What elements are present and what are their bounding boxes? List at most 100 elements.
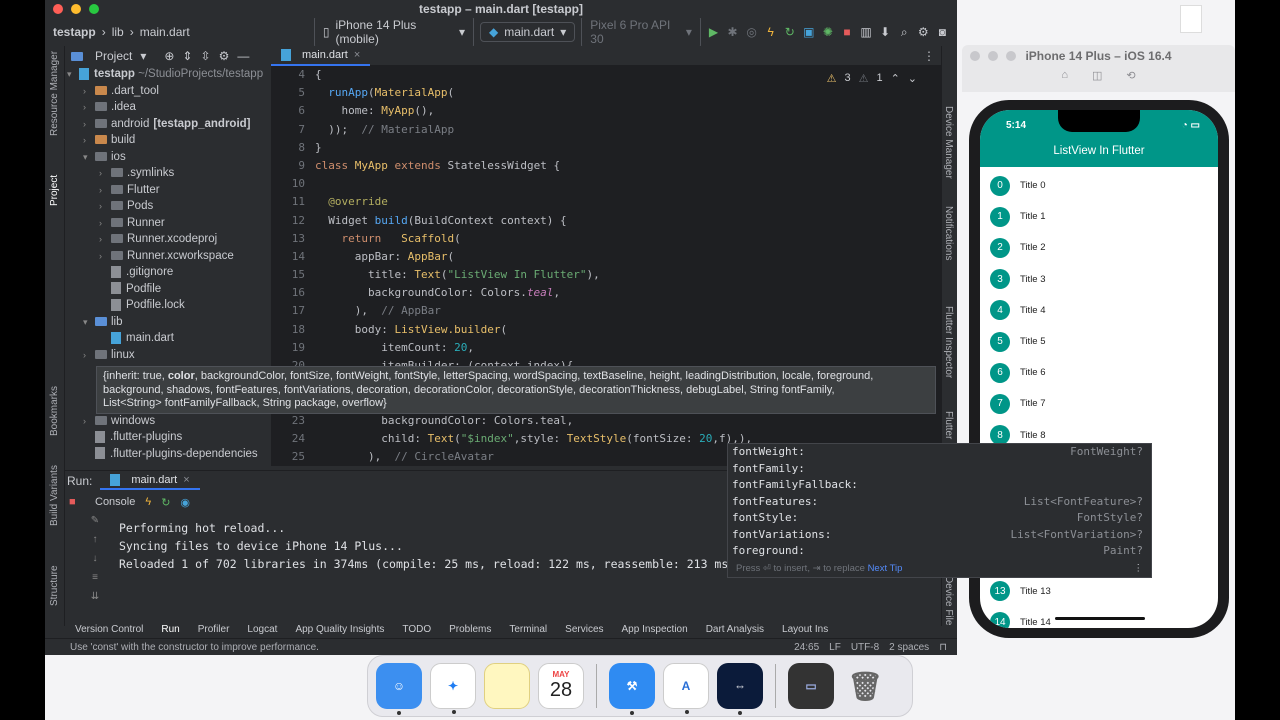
chevron-right-icon[interactable]: › bbox=[99, 231, 111, 248]
chevron-right-icon[interactable]: › bbox=[83, 347, 95, 364]
code-line[interactable]: 23 backgroundColor: Colors.teal, bbox=[271, 412, 941, 430]
account-icon[interactable]: ◙ bbox=[936, 25, 949, 39]
trash-icon[interactable]: 🗑 bbox=[842, 663, 888, 709]
devtools-icon[interactable]: ◉ bbox=[180, 496, 190, 509]
list-tile[interactable]: 1 Title 1 bbox=[980, 201, 1218, 232]
more-icon[interactable]: ⋮ bbox=[1134, 563, 1144, 574]
zoom-window-button[interactable] bbox=[89, 4, 99, 14]
code-line[interactable]: 9 class MyApp extends StatelessWidget { bbox=[271, 157, 941, 175]
chevron-down-icon[interactable]: ▾ bbox=[140, 49, 146, 63]
debug-icon[interactable]: ✱ bbox=[726, 25, 739, 39]
tree-item[interactable]: .flutter-plugins bbox=[65, 429, 271, 446]
tree-item[interactable]: › .symlinks bbox=[65, 165, 271, 182]
line-number[interactable]: 10 bbox=[271, 175, 315, 193]
line-number[interactable]: 14 bbox=[271, 248, 315, 266]
line-number[interactable]: 11 bbox=[271, 193, 315, 211]
flutter-inspector-tab[interactable]: Flutter Inspector bbox=[943, 306, 954, 378]
line-number[interactable]: 17 bbox=[271, 302, 315, 320]
file-encoding[interactable]: UTF-8 bbox=[851, 642, 879, 653]
completion-item[interactable]: fontVariations: List<FontVariation>? bbox=[728, 527, 1151, 544]
line-number[interactable]: 18 bbox=[271, 321, 315, 339]
android-studio-icon[interactable]: A bbox=[663, 663, 709, 714]
bottom-tab[interactable]: Logcat bbox=[247, 624, 277, 635]
code-line[interactable]: 6 home: MyApp(), bbox=[271, 102, 941, 120]
line-number[interactable]: 9 bbox=[271, 157, 315, 175]
tree-item[interactable]: .gitignore bbox=[65, 264, 271, 281]
list-tile[interactable]: 2 Title 2 bbox=[980, 232, 1218, 263]
close-window-button[interactable] bbox=[970, 51, 980, 61]
hide-icon[interactable]: — bbox=[237, 49, 249, 63]
list-tile[interactable]: 5 Title 5 bbox=[980, 326, 1218, 357]
line-number[interactable]: 5 bbox=[271, 84, 315, 102]
next-tip-link[interactable]: Next Tip bbox=[868, 563, 903, 574]
code-line[interactable]: 7 )); // MaterialApp bbox=[271, 121, 941, 139]
tree-item[interactable]: ▾ ios bbox=[65, 149, 271, 166]
expand-all-icon[interactable]: ⇕ bbox=[182, 49, 192, 63]
flutter-bug-icon[interactable]: ✺ bbox=[821, 25, 834, 39]
line-number[interactable]: 16 bbox=[271, 284, 315, 302]
resource-manager-tab[interactable]: Resource Manager bbox=[49, 51, 60, 136]
completion-item[interactable]: fontFeatures: List<FontFeature>? bbox=[728, 494, 1151, 511]
code-line[interactable]: 4{ bbox=[271, 66, 941, 84]
down-icon[interactable]: ↓ bbox=[93, 553, 98, 564]
chevron-right-icon[interactable]: › bbox=[99, 215, 111, 232]
device-selector[interactable]: ▯ iPhone 14 Plus (mobile) ▾ bbox=[313, 15, 474, 49]
soft-wrap-icon[interactable]: ≡ bbox=[92, 572, 98, 583]
lock-icon[interactable]: ⊓ bbox=[939, 642, 947, 653]
gear-icon[interactable]: ⚙ bbox=[219, 49, 230, 63]
code-line[interactable]: 8} bbox=[271, 139, 941, 157]
attach-icon[interactable]: ◎ bbox=[745, 25, 758, 39]
flutter-inspector-icon[interactable]: ▣ bbox=[802, 25, 815, 39]
tree-item[interactable]: › .dart_tool bbox=[65, 83, 271, 100]
list-tile[interactable]: 13 Title 13 bbox=[980, 575, 1218, 606]
code-line[interactable]: 12 Widget build(BuildContext context) { bbox=[271, 212, 941, 230]
calendar-icon[interactable]: MAY 28 bbox=[538, 663, 584, 709]
hot-restart-icon[interactable]: ↻ bbox=[783, 25, 796, 39]
hot-reload-icon[interactable]: ϟ bbox=[145, 496, 151, 508]
bottom-tab[interactable]: Services bbox=[565, 624, 603, 635]
line-number[interactable]: 15 bbox=[271, 266, 315, 284]
minimize-window-button[interactable] bbox=[71, 4, 81, 14]
list-tile[interactable]: 6 Title 6 bbox=[980, 357, 1218, 388]
chevron-right-icon[interactable]: › bbox=[83, 99, 95, 116]
home-indicator[interactable] bbox=[1055, 617, 1145, 620]
tree-item[interactable]: › build bbox=[65, 132, 271, 149]
safari-icon[interactable]: ✦ bbox=[430, 663, 476, 714]
line-number[interactable]: 7 bbox=[271, 121, 315, 139]
completion-item[interactable]: fontFamilyFallback: bbox=[728, 477, 1151, 494]
line-separator[interactable]: LF bbox=[829, 642, 841, 653]
line-number[interactable]: 19 bbox=[271, 339, 315, 357]
bottom-tab[interactable]: Problems bbox=[449, 624, 491, 635]
notes-icon[interactable] bbox=[484, 663, 530, 709]
tree-item[interactable]: Podfile.lock bbox=[65, 297, 271, 314]
line-number[interactable]: 12 bbox=[271, 212, 315, 230]
bottom-tab[interactable]: Profiler bbox=[198, 624, 230, 635]
list-tile[interactable]: 3 Title 3 bbox=[980, 264, 1218, 295]
code-line[interactable]: 14 appBar: AppBar( bbox=[271, 248, 941, 266]
completion-item[interactable]: fontWeight: FontWeight? bbox=[728, 444, 1151, 461]
chevron-right-icon[interactable]: › bbox=[99, 165, 111, 182]
list-tile[interactable]: 4 Title 4 bbox=[980, 295, 1218, 326]
bottom-tab[interactable]: Version Control bbox=[75, 624, 143, 635]
chevron-down-icon[interactable]: ▾ bbox=[83, 314, 95, 331]
breadcrumb-lib[interactable]: lib bbox=[112, 25, 124, 39]
tree-item[interactable]: ▾ lib bbox=[65, 314, 271, 331]
bottom-tab[interactable]: Run bbox=[161, 624, 179, 635]
run-config-tab[interactable]: main.dart × bbox=[100, 472, 200, 490]
stop-icon[interactable]: ■ bbox=[840, 25, 853, 39]
chevron-right-icon[interactable]: › bbox=[83, 413, 95, 430]
hot-reload-icon[interactable]: ϟ bbox=[764, 25, 777, 39]
gear-icon[interactable]: ⚙ bbox=[917, 25, 930, 39]
stop-icon[interactable]: ■ bbox=[69, 496, 76, 508]
tree-item[interactable]: main.dart bbox=[65, 330, 271, 347]
line-number[interactable]: 13 bbox=[271, 230, 315, 248]
up-icon[interactable]: ↑ bbox=[93, 534, 98, 545]
desktop-file-icon[interactable] bbox=[1180, 5, 1202, 33]
completion-item[interactable]: fontStyle: FontStyle? bbox=[728, 510, 1151, 527]
tree-item[interactable]: › Flutter bbox=[65, 182, 271, 199]
hot-restart-icon[interactable]: ↻ bbox=[161, 496, 170, 509]
completion-item[interactable]: foreground: Paint? bbox=[728, 543, 1151, 560]
tree-item[interactable]: › android [testapp_android] bbox=[65, 116, 271, 133]
sdk-manager-icon[interactable]: ⬇ bbox=[879, 25, 892, 39]
tree-item[interactable]: › .idea bbox=[65, 99, 271, 116]
